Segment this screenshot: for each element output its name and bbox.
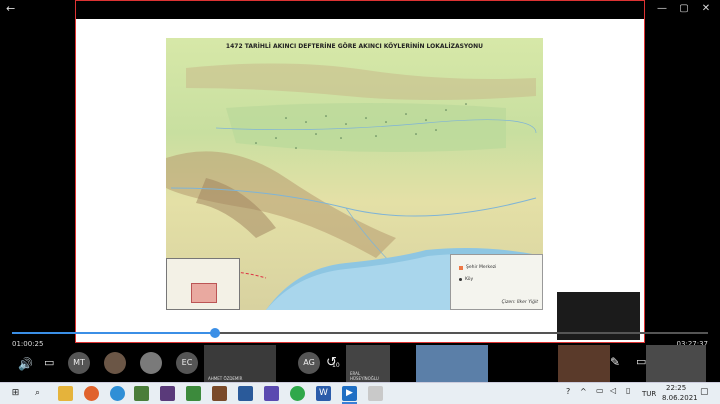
map-credit: Çizen: İlker Yiğit xyxy=(501,300,538,305)
participant-avatar[interactable]: AG xyxy=(298,352,320,374)
minimize-button[interactable]: — xyxy=(652,2,672,16)
skip-back-label: 10 xyxy=(332,362,340,369)
app-icon[interactable] xyxy=(238,386,253,401)
maximize-button[interactable]: ▢ xyxy=(674,2,694,16)
city-marker-icon xyxy=(459,265,463,270)
participant-photo-avatar[interactable] xyxy=(140,352,162,374)
legend-village-label: Köy xyxy=(465,277,474,282)
participant-video-tile[interactable]: AHMET ÖZDEMİR xyxy=(204,345,276,382)
network-icon[interactable]: ▭ xyxy=(596,386,604,395)
app-icon[interactable] xyxy=(368,386,383,401)
teams-icon[interactable] xyxy=(264,386,279,401)
app-icon[interactable] xyxy=(186,386,201,401)
windows-taskbar: ⊞ ⌕ W ▶ ? ^ ▭ ◁ ▯ TUR 22:25 8.06.2021 ▢ xyxy=(0,382,720,404)
progress-bar[interactable] xyxy=(12,328,708,338)
participant-name: AHMET ÖZDEMİR xyxy=(208,376,243,381)
legend-city-label: Şehir Merkezi xyxy=(466,265,497,270)
progress-knob[interactable] xyxy=(209,328,220,338)
progress-fill xyxy=(12,332,215,334)
legend-row-village: Köy xyxy=(459,277,473,282)
windows-start-icon[interactable]: ⊞ xyxy=(8,386,23,401)
inset-highlight xyxy=(191,283,217,303)
media-player-icon[interactable]: ▶ xyxy=(342,386,357,401)
notifications-icon[interactable]: ▢ xyxy=(700,387,709,397)
clock-date[interactable]: 8.06.2021 xyxy=(662,394,698,402)
participant-avatar[interactable]: EC xyxy=(176,352,198,374)
back-arrow-icon[interactable]: ← xyxy=(6,2,15,15)
screen-icon[interactable]: ▭ xyxy=(636,355,646,368)
search-icon[interactable]: ⌕ xyxy=(30,386,45,401)
legend-row-city: Şehir Merkezi xyxy=(459,265,496,270)
presentation-player: ← — ▢ ✕ 1472 TARİHLİ AKINCI DEFTERİNE GÖ… xyxy=(0,0,720,382)
participant-name: ERAL HÜSEYİNOĞLU xyxy=(350,371,379,381)
file-explorer-icon[interactable] xyxy=(58,386,73,401)
historical-map: 1472 TARİHLİ AKINCI DEFTERİNE GÖRE AKINC… xyxy=(166,38,543,310)
chrome-icon[interactable] xyxy=(290,386,305,401)
map-title: 1472 TARİHLİ AKINCI DEFTERİNE GÖRE AKINC… xyxy=(225,43,484,50)
speaker-icon[interactable]: ◁ xyxy=(610,386,616,395)
participant-avatar[interactable]: MT xyxy=(68,352,90,374)
clock-time[interactable]: 22:25 xyxy=(666,384,686,392)
participant-video-tile[interactable] xyxy=(416,345,488,382)
close-button[interactable]: ✕ xyxy=(696,2,716,16)
village-marker-icon xyxy=(459,278,462,281)
map-legend: Şehir Merkezi Köy Çizen: İlker Yiğit xyxy=(450,254,543,310)
participant-video-tile[interactable] xyxy=(646,345,706,382)
chevron-up-icon[interactable]: ^ xyxy=(580,387,587,396)
app-icon[interactable] xyxy=(134,386,149,401)
battery-icon[interactable]: ▯ xyxy=(626,386,630,395)
volume-icon[interactable]: 🔊 xyxy=(18,357,33,371)
edge-icon[interactable] xyxy=(110,386,125,401)
firefox-icon[interactable] xyxy=(84,386,99,401)
participant-photo-avatar[interactable] xyxy=(104,352,126,374)
participant-video-tile[interactable]: ERAL HÜSEYİNOĞLU xyxy=(346,345,390,382)
captions-icon[interactable]: ▭ xyxy=(44,356,54,369)
help-icon[interactable]: ? xyxy=(566,387,570,396)
locator-inset-map xyxy=(166,258,240,310)
reader-icon[interactable] xyxy=(212,386,227,401)
pen-icon[interactable]: ✎ xyxy=(610,355,620,369)
app-icon[interactable] xyxy=(160,386,175,401)
word-icon[interactable]: W xyxy=(316,386,331,401)
participant-video-tile[interactable] xyxy=(558,345,610,382)
language-indicator[interactable]: TUR xyxy=(642,390,656,398)
slide-top-bar xyxy=(76,1,644,19)
